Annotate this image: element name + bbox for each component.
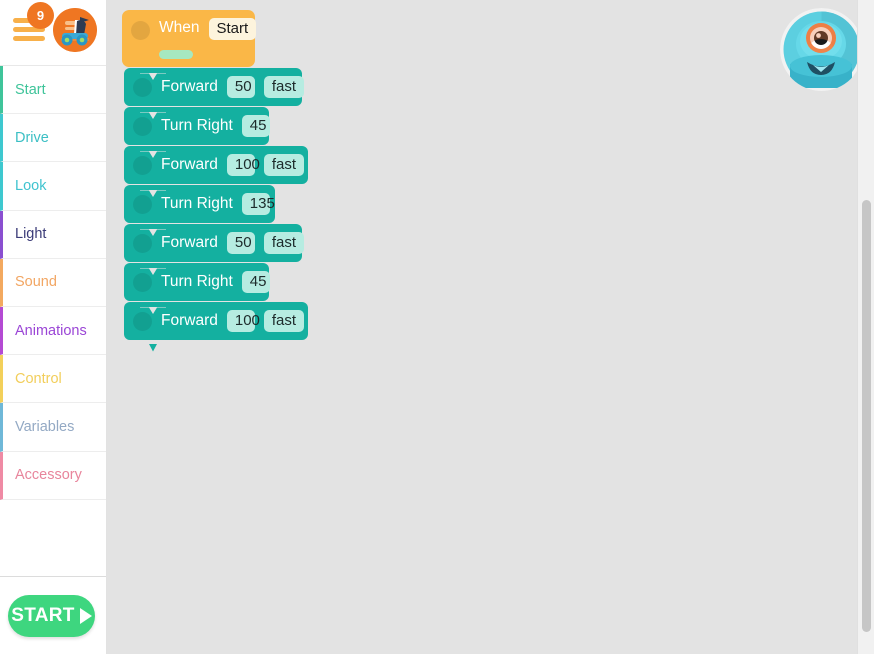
menu-badge-count: 9 xyxy=(27,2,54,29)
block-body[interactable]: When Start xyxy=(122,10,257,67)
user-avatar-icon[interactable] xyxy=(53,8,97,52)
scrollbar-thumb[interactable] xyxy=(862,200,871,632)
sidebar: 9 Start Drive Look Light Sound Animation… xyxy=(0,0,107,654)
block-body[interactable]: Forward 50 fast xyxy=(124,224,305,262)
block-param-speed[interactable]: fast xyxy=(263,310,305,332)
sidebar-topbar: 9 xyxy=(0,0,106,66)
sidebar-empty-space xyxy=(0,499,106,576)
start-button[interactable]: START xyxy=(8,594,95,637)
block-param-num[interactable]: 100 xyxy=(226,310,260,332)
block-handle-icon[interactable] xyxy=(133,233,152,253)
block-notch-bottom-icon xyxy=(140,340,166,352)
sidebar-item-variables[interactable]: Variables xyxy=(0,403,106,452)
program-canvas[interactable]: When Start Forward 50 fast Turn Right 45 Forwar… xyxy=(107,0,874,654)
block-body[interactable]: Forward 100 fast xyxy=(124,302,308,352)
block-body[interactable]: Turn Right 135 xyxy=(124,185,275,223)
program-block-turn-right[interactable]: Turn Right 135 xyxy=(124,185,308,223)
sidebar-item-drive[interactable]: Drive xyxy=(0,114,106,163)
start-button-label: START xyxy=(11,604,75,626)
block-notch-top-icon xyxy=(140,146,166,158)
block-notch-top-icon xyxy=(140,107,166,119)
block-notch-top-icon xyxy=(140,263,166,275)
block-label: Turn Right xyxy=(161,117,233,134)
block-handle-icon[interactable] xyxy=(131,21,150,40)
block-handle-icon[interactable] xyxy=(133,77,152,97)
program-block-turn-right[interactable]: Turn Right 45 xyxy=(124,107,308,145)
block-param-num[interactable]: 135 xyxy=(241,193,275,215)
block-connector-pill xyxy=(159,50,193,59)
block-notch-top-icon xyxy=(140,185,166,197)
block-param-num[interactable]: 100 xyxy=(226,154,260,176)
sidebar-item-label: Sound xyxy=(15,274,57,291)
sidebar-item-label: Animations xyxy=(15,322,87,339)
block-program: When Start Forward 50 fast Turn Right 45 Forwar… xyxy=(122,10,308,352)
sidebar-item-label: Variables xyxy=(15,418,75,435)
app-root: 9 Start Drive Look Light Sound Animation… xyxy=(0,0,874,654)
block-notch-top-icon xyxy=(140,224,166,236)
sidebar-item-label: Light xyxy=(15,226,47,243)
block-body[interactable]: Forward 100 fast xyxy=(124,146,308,184)
sidebar-item-look[interactable]: Look xyxy=(0,162,106,211)
block-handle-icon[interactable] xyxy=(133,194,152,214)
block-param-num[interactable]: 45 xyxy=(241,271,270,293)
block-param-speed[interactable]: fast xyxy=(263,76,305,98)
sidebar-item-label: Drive xyxy=(15,129,49,146)
block-label: Forward xyxy=(161,312,218,329)
block-param-speed[interactable]: fast xyxy=(263,154,305,176)
block-handle-icon[interactable] xyxy=(133,155,152,175)
block-param-event[interactable]: Start xyxy=(208,18,257,40)
block-param-num[interactable]: 50 xyxy=(226,232,255,254)
sidebar-item-control[interactable]: Control xyxy=(0,355,106,404)
program-block-forward[interactable]: Forward 100 fast xyxy=(124,302,308,352)
sidebar-footer: START xyxy=(0,576,106,654)
block-label: Forward xyxy=(161,78,218,95)
play-triangle-icon xyxy=(79,607,92,624)
sidebar-item-sound[interactable]: Sound xyxy=(0,258,106,307)
sidebar-item-light[interactable]: Light xyxy=(0,210,106,259)
program-block-turn-right[interactable]: Turn Right 45 xyxy=(124,263,308,301)
block-label: Turn Right xyxy=(161,273,233,290)
hamburger-bar xyxy=(13,36,45,41)
block-body[interactable]: Forward 50 fast xyxy=(124,68,305,106)
block-label: Turn Right xyxy=(161,195,233,212)
sidebar-item-start[interactable]: Start xyxy=(0,66,106,115)
block-label: Forward xyxy=(161,234,218,251)
sidebar-nav-list: Start Drive Look Light Sound Animations … xyxy=(0,66,106,576)
sidebar-item-label: Look xyxy=(15,177,47,194)
program-block-forward[interactable]: Forward 100 fast xyxy=(124,146,308,184)
block-handle-icon[interactable] xyxy=(133,311,152,331)
block-label: Forward xyxy=(161,156,218,173)
avatar-graphic xyxy=(53,8,97,52)
block-notch-top-icon xyxy=(140,68,166,80)
sidebar-item-label: Start xyxy=(15,81,46,98)
sidebar-item-label: Control xyxy=(15,370,62,387)
dash-robot-icon[interactable] xyxy=(780,8,863,91)
block-body[interactable]: Turn Right 45 xyxy=(124,107,270,145)
vertical-scrollbar[interactable] xyxy=(857,0,874,654)
block-param-num[interactable]: 45 xyxy=(241,115,270,137)
block-notch-top-icon xyxy=(140,302,166,314)
block-param-speed[interactable]: fast xyxy=(263,232,305,254)
dash-robot-graphic xyxy=(780,8,863,91)
block-body[interactable]: Turn Right 45 xyxy=(124,263,270,301)
block-handle-icon[interactable] xyxy=(133,272,152,292)
program-block-forward[interactable]: Forward 50 fast xyxy=(124,224,308,262)
sidebar-item-label: Accessory xyxy=(15,467,82,484)
block-param-num[interactable]: 50 xyxy=(226,76,255,98)
sidebar-item-animations[interactable]: Animations xyxy=(0,306,106,356)
sidebar-item-accessory[interactable]: Accessory xyxy=(0,451,106,500)
block-label: When xyxy=(159,19,200,36)
program-block-when[interactable]: When Start xyxy=(122,10,308,67)
program-block-forward[interactable]: Forward 50 fast xyxy=(124,68,308,106)
block-handle-icon[interactable] xyxy=(133,116,152,136)
